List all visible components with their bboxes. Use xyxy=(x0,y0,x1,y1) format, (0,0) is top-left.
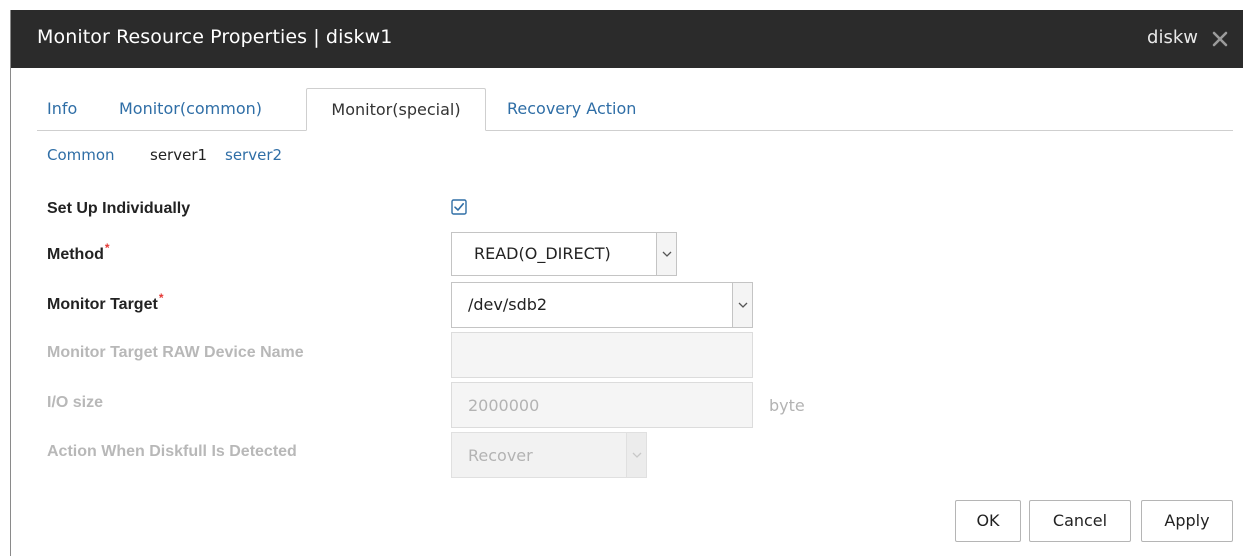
diskfull-action-value: Recover xyxy=(468,446,533,465)
diskfull-action-label: Action When Diskfull Is Detected xyxy=(47,443,297,460)
monitor-target-select[interactable]: /dev/sdb2 xyxy=(451,282,753,328)
tab-bar: Info Monitor(common) Monitor(special) Re… xyxy=(37,88,1233,131)
monitor-target-value: /dev/sdb2 xyxy=(468,295,548,314)
diskfull-action-select[interactable]: Recover xyxy=(451,432,647,478)
method-label-text: Method xyxy=(47,246,104,263)
io-size-unit: byte xyxy=(769,396,805,415)
setup-individually-checkbox[interactable] xyxy=(451,199,467,215)
close-icon[interactable] xyxy=(1212,31,1228,47)
chevron-down-icon xyxy=(626,433,646,477)
monitor-target-label: Monitor Target* xyxy=(47,291,163,314)
tab-monitor-special[interactable]: Monitor(special) xyxy=(306,88,486,131)
method-label: Method* xyxy=(47,241,110,264)
chevron-down-icon[interactable] xyxy=(656,233,676,275)
io-size-value: 2000000 xyxy=(468,396,540,415)
method-value: READ(O_DIRECT) xyxy=(474,244,611,263)
resource-type-label: diskw xyxy=(1147,27,1198,48)
apply-button[interactable]: Apply xyxy=(1141,500,1233,542)
subtab-common[interactable]: Common xyxy=(47,146,115,164)
cancel-button[interactable]: Cancel xyxy=(1029,500,1131,542)
required-marker: * xyxy=(158,291,164,305)
ok-button[interactable]: OK xyxy=(955,500,1021,542)
dialog-title: Monitor Resource Properties | diskw1 xyxy=(37,26,393,48)
setup-individually-label: Set Up Individually xyxy=(47,200,191,217)
chevron-down-icon[interactable] xyxy=(732,283,752,327)
monitor-resource-properties-dialog: Monitor Resource Properties | diskw1 dis… xyxy=(10,10,1243,556)
io-size-label: I/O size xyxy=(47,394,104,411)
tab-recovery-action[interactable]: Recovery Action xyxy=(497,88,646,130)
raw-device-name-label: Monitor Target RAW Device Name xyxy=(47,344,304,361)
required-marker: * xyxy=(104,241,110,255)
dialog-titlebar: Monitor Resource Properties | diskw1 dis… xyxy=(11,10,1243,68)
tab-info[interactable]: Info xyxy=(37,88,87,130)
tab-monitor-common[interactable]: Monitor(common) xyxy=(109,88,272,130)
subtab-server2[interactable]: server2 xyxy=(225,146,282,164)
io-size-input[interactable]: 2000000 xyxy=(451,382,753,428)
raw-device-name-input[interactable] xyxy=(451,332,753,378)
monitor-target-label-text: Monitor Target xyxy=(47,296,158,313)
method-select[interactable]: READ(O_DIRECT) xyxy=(451,232,677,276)
subtab-server1[interactable]: server1 xyxy=(150,146,207,164)
